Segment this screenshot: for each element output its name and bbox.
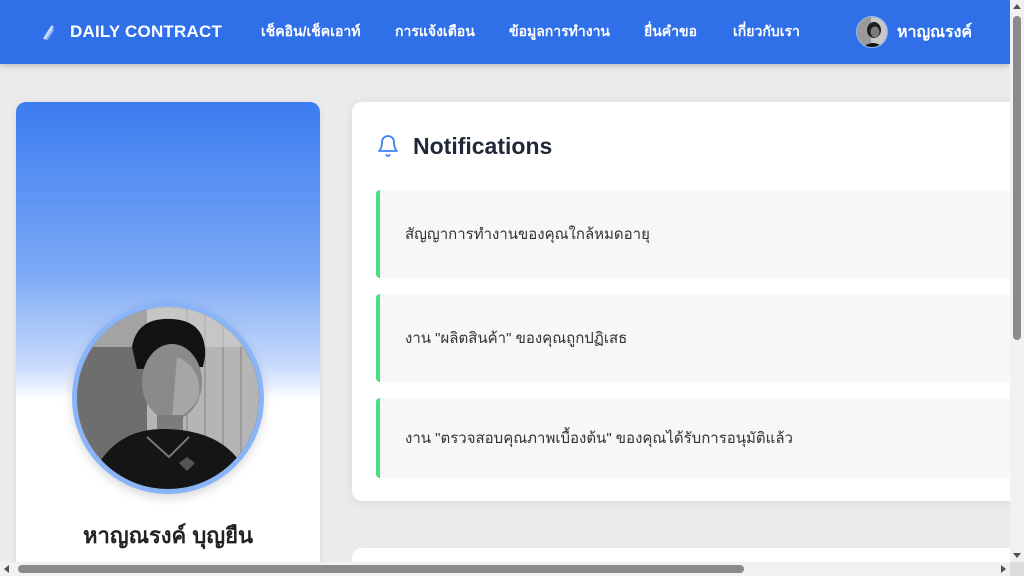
horizontal-scroll-thumb[interactable]: [18, 565, 744, 573]
notification-item[interactable]: งาน "ตรวจสอบคุณภาพเบื้องต้น" ของคุณได้รั…: [376, 398, 1024, 478]
scrollbar-corner: [1010, 562, 1024, 576]
nav-item-checkin[interactable]: เช็คอิน/เช็คเอาท์: [261, 0, 360, 64]
top-navbar: DAILY CONTRACT เช็คอิน/เช็คเอาท์ การแจ้ง…: [0, 0, 1010, 64]
notifications-title: Notifications: [413, 132, 553, 159]
nav-item-about[interactable]: เกี่ยวกับเรา: [733, 0, 800, 64]
brand-logo-icon: [38, 21, 60, 43]
profile-card: หาญณรงค์ บุญยืน: [16, 102, 320, 576]
profile-full-name: หาญณรงค์ บุญยืน: [82, 523, 254, 548]
bell-icon: [376, 134, 400, 158]
notifications-header: Notifications: [376, 130, 552, 162]
nav-item-notifications[interactable]: การแจ้งเตือน: [395, 0, 475, 64]
brand-name: DAILY CONTRACT: [70, 22, 223, 41]
user-name: หาญณรงค์: [897, 23, 973, 41]
brand[interactable]: DAILY CONTRACT: [38, 0, 222, 64]
notification-item[interactable]: งาน "ผลิตสินค้า" ของคุณถูกปฏิเสธ: [376, 294, 1024, 382]
horizontal-scrollbar[interactable]: [0, 562, 1010, 576]
notification-item[interactable]: สัญญาการทำงานของคุณใกล้หมดอายุ: [376, 190, 1024, 278]
profile-photo: [72, 302, 264, 494]
scroll-left-arrow-icon[interactable]: [4, 565, 9, 573]
notifications-panel: Notifications สัญญาการทำงานของคุณใกล้หมด…: [352, 102, 1024, 501]
nav-item-request[interactable]: ยื่นคำขอ: [644, 0, 697, 64]
scroll-right-arrow-icon[interactable]: [1001, 565, 1006, 573]
scroll-down-arrow-icon[interactable]: [1013, 553, 1021, 558]
nav-item-work-info[interactable]: ข้อมูลการทำงาน: [509, 0, 610, 64]
user-menu[interactable]: หาญณรงค์: [856, 0, 972, 64]
avatar: [856, 16, 888, 48]
vertical-scroll-thumb[interactable]: [1013, 16, 1021, 340]
vertical-scrollbar[interactable]: [1010, 0, 1024, 562]
scroll-up-arrow-icon[interactable]: [1013, 4, 1021, 9]
